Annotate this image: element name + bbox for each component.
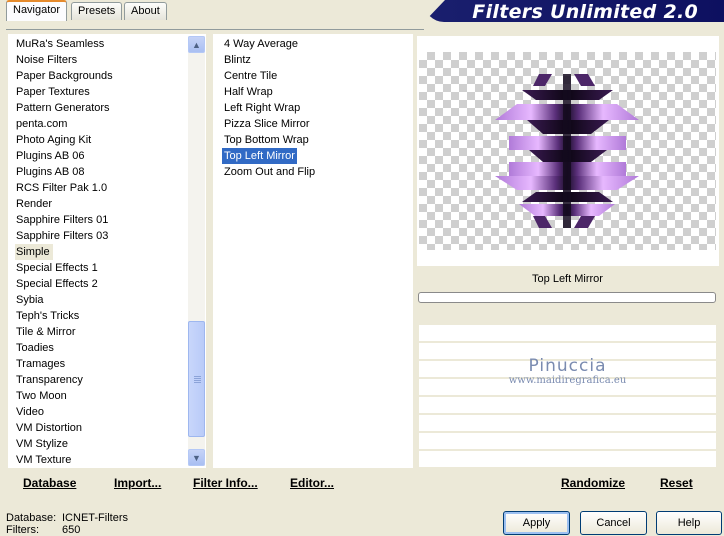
tab-presets[interactable]: Presets xyxy=(71,2,123,20)
filter-info-button[interactable]: Filter Info... xyxy=(193,476,258,490)
banner-title: Filters Unlimited 2.0 xyxy=(472,1,698,23)
filter-item[interactable]: Zoom Out and Flip xyxy=(222,164,317,180)
database-value: ICNET-Filters xyxy=(62,512,128,524)
category-item[interactable]: Pattern Generators xyxy=(15,100,113,116)
slider-row[interactable] xyxy=(419,415,716,431)
category-item[interactable]: Toadies xyxy=(15,340,113,356)
reset-button[interactable]: Reset xyxy=(660,476,693,490)
filters-value: 650 xyxy=(62,524,81,536)
tab-strip-line xyxy=(6,29,424,30)
watermark-url: www.maidiregrafica.eu xyxy=(508,375,627,386)
category-item[interactable]: Transparency xyxy=(15,372,113,388)
category-item[interactable]: RCS Filter Pak 1.0 xyxy=(15,180,113,196)
editor-button[interactable]: Editor... xyxy=(290,476,334,490)
category-item[interactable]: Video xyxy=(15,404,113,420)
slider-row[interactable] xyxy=(419,397,716,413)
category-item[interactable]: Sybia xyxy=(15,292,113,308)
apply-button[interactable]: Apply xyxy=(503,511,570,535)
filter-item[interactable]: 4 Way Average xyxy=(222,36,317,52)
category-item[interactable]: Render xyxy=(15,196,113,212)
slider-row[interactable] xyxy=(419,433,716,449)
category-list: MuRa's Seamless Noise Filters Paper Backgr… xyxy=(15,36,113,468)
scrollbar-thumb[interactable] xyxy=(188,321,205,437)
tab-about[interactable]: About xyxy=(124,2,167,20)
preview-image xyxy=(495,74,639,228)
category-item[interactable]: Sapphire Filters 01 xyxy=(15,212,113,228)
import-button[interactable]: Import... xyxy=(114,476,161,490)
watermark-name: Pinuccia xyxy=(528,356,607,376)
category-scrollbar[interactable]: ▲ ▼ xyxy=(188,36,205,466)
category-item[interactable]: Teph's Tricks xyxy=(15,308,113,324)
slider-row[interactable] xyxy=(419,451,716,467)
category-item[interactable]: Two Moon xyxy=(15,388,113,404)
category-item[interactable]: Sapphire Filters 03 xyxy=(15,228,113,244)
filter-item[interactable]: Centre Tile xyxy=(222,68,317,84)
filter-item[interactable]: Blintz xyxy=(222,52,317,68)
category-item[interactable]: Simple xyxy=(15,244,53,260)
left-action-bar: Database Import... Filter Info... Editor… xyxy=(8,472,413,494)
category-item[interactable]: Tile & Mirror xyxy=(15,324,113,340)
randomize-button[interactable]: Randomize xyxy=(561,476,625,490)
filters-info: Filters: 650 xyxy=(6,524,80,536)
slider-row[interactable] xyxy=(419,325,716,341)
help-button[interactable]: Help xyxy=(656,511,722,535)
filter-list: 4 Way Average Blintz Centre Tile Half Wrap L… xyxy=(222,36,317,180)
right-action-bar: Randomize Reset xyxy=(417,472,719,494)
database-button[interactable]: Database xyxy=(23,476,76,490)
filter-item[interactable]: Left Right Wrap xyxy=(222,100,317,116)
category-item[interactable]: VM Texture xyxy=(15,452,113,468)
preview-canvas xyxy=(419,52,716,250)
preview-filter-name: Top Left Mirror xyxy=(532,273,603,285)
category-item[interactable]: Special Effects 2 xyxy=(15,276,113,292)
cancel-button[interactable]: Cancel xyxy=(580,511,647,535)
category-item[interactable]: penta.com xyxy=(15,116,113,132)
filter-item[interactable]: Pizza Slice Mirror xyxy=(222,116,317,132)
category-item[interactable]: Plugins AB 06 xyxy=(15,148,113,164)
category-item[interactable]: Tramages xyxy=(15,356,113,372)
filters-label: Filters: xyxy=(6,524,39,536)
tab-navigator[interactable]: Navigator xyxy=(6,0,68,21)
filter-item[interactable]: Top Bottom Wrap xyxy=(222,132,317,148)
category-item[interactable]: Noise Filters xyxy=(15,52,113,68)
category-item[interactable]: Paper Textures xyxy=(15,84,113,100)
category-item[interactable]: Plugins AB 08 xyxy=(15,164,113,180)
category-item[interactable]: Photo Aging Kit xyxy=(15,132,113,148)
watermark: Pinuccia www.maidiregrafica.eu xyxy=(419,356,716,386)
database-info: Database: ICNET-Filters xyxy=(6,512,128,524)
chevron-up-icon[interactable]: ▲ xyxy=(188,36,205,53)
category-item[interactable]: VM Stylize xyxy=(15,436,113,452)
database-label: Database: xyxy=(6,512,57,524)
chevron-down-icon[interactable]: ▼ xyxy=(188,449,205,466)
category-item[interactable]: Paper Backgrounds xyxy=(15,68,113,84)
category-item[interactable]: MuRa's Seamless xyxy=(15,36,113,52)
category-item[interactable]: VM Distortion xyxy=(15,420,113,436)
filter-item[interactable]: Half Wrap xyxy=(222,84,317,100)
filter-item[interactable]: Top Left Mirror xyxy=(222,148,297,164)
progress-bar xyxy=(418,292,716,303)
category-item[interactable]: Special Effects 1 xyxy=(15,260,113,276)
